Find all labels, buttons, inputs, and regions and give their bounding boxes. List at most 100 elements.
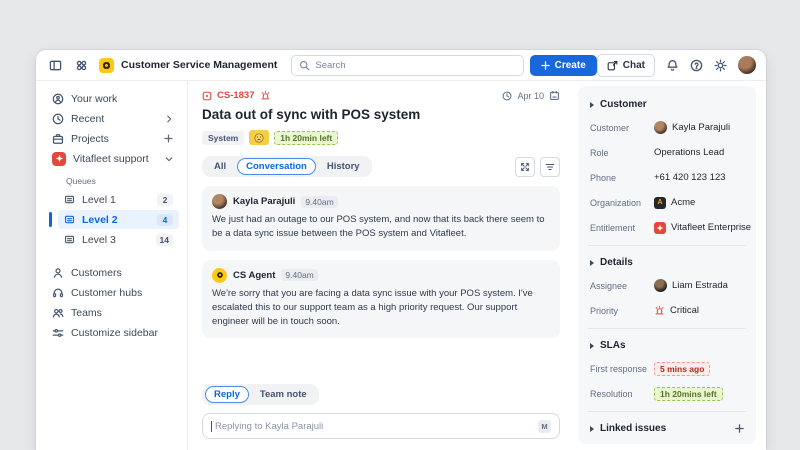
field-value: Operations Lead [654,147,725,158]
create-button[interactable]: Create [529,54,597,76]
filter-button[interactable] [540,156,560,177]
collapse-triangle-icon [590,259,594,266]
system-tag[interactable]: System [202,130,245,145]
field-value: Kayla Parajuli [672,122,731,133]
field-label: Customer [590,122,630,133]
collapse-triangle-icon [590,342,594,349]
field-value: Critical [670,305,700,316]
ticket-tags: System 1h 20min left [202,130,560,145]
field-label: Role [590,147,609,158]
collapse-triangle-icon [590,425,594,432]
sidebar-toggle-icon[interactable] [46,56,64,74]
tab-all[interactable]: All [205,158,235,175]
section-title: Customer [600,99,647,110]
section-title: SLAs [600,340,626,351]
field-label: Resolution [590,388,633,399]
plus-icon [540,60,550,70]
ticket-key[interactable]: CS-1837 [217,90,255,101]
field-value: Acme [671,197,696,208]
details-panel: Customer Customer Kayla Parajuli Role Op… [578,86,756,444]
csm-app-logo[interactable] [99,57,114,73]
cs-agent-avatar [212,267,227,283]
expand-button[interactable] [515,156,535,177]
queue-label: Level 1 [82,193,116,206]
tab-conversation[interactable]: Conversation [237,158,316,175]
queue-count-badge: 2 [157,193,173,206]
sidebar-item-teams[interactable]: Teams [46,303,179,322]
settings-gear-icon[interactable] [714,59,727,72]
field-assignee: Assignee Liam Estrada [590,278,744,293]
markdown-badge[interactable]: M [538,419,551,433]
notifications-bell-icon[interactable] [666,59,679,72]
field-phone: Phone +61 420 123 123 [590,170,744,185]
section-linked-issues[interactable]: Linked issues [590,423,744,434]
chat-button[interactable]: Chat [596,53,655,77]
sla-resolution-badge: 1h 20mins left [654,386,723,401]
app-switcher-icon[interactable] [72,56,90,74]
acme-org-icon: A [654,196,666,209]
conversation-tabs-row: All Conversation History [202,156,560,177]
teams-icon [52,307,64,319]
assignee-value[interactable]: Liam Estrada [654,279,728,292]
calendar-edit-icon[interactable] [549,90,560,101]
section-details[interactable]: Details [590,257,744,268]
divider [588,328,746,329]
message-text: We're sorry that you are facing a data s… [212,287,533,328]
field-label: Entitlement [590,222,636,233]
sidebar-item-projects[interactable]: Projects [46,129,179,148]
queue-label: Level 2 [82,213,118,226]
field-entitlement: Entitlement Vitafleet Enterprise [590,220,751,235]
tab-team-note[interactable]: Team note [251,386,316,403]
breadcrumb: CS-1837 Apr 10 [202,90,560,101]
reply-input[interactable]: Replying to Kayla Parajuli M [202,413,560,439]
sla-countdown-tag[interactable]: 1h 20min left [274,130,339,145]
sliders-icon [52,327,64,339]
divider [588,245,746,246]
sidebar-item-recent[interactable]: Recent [46,109,179,128]
left-sidebar: Your work Recent Projects Vitafleet supp… [36,81,188,450]
section-slas[interactable]: SLAs [590,340,744,351]
collapse-triangle-icon [590,101,594,108]
sidebar-item-your-work[interactable]: Your work [46,89,179,108]
sidebar-item-project-vitafleet[interactable]: Vitafleet support [46,149,179,168]
sidebar-item-customize-sidebar[interactable]: Customize sidebar [46,323,179,342]
sidebar-queue-level-3[interactable]: Level 3 14 [58,230,179,249]
user-avatar[interactable] [738,56,756,74]
sidebar-item-customer-hubs[interactable]: Customer hubs [46,283,179,302]
expand-icon [520,162,530,172]
headset-icon [52,287,64,299]
field-customer: Customer Kayla Parajuli [590,120,744,135]
sidebar-queue-level-1[interactable]: Level 1 2 [58,190,179,209]
field-priority: Priority Critical [590,303,744,318]
priority-siren-icon [260,90,271,101]
vitafleet-project-icon [52,151,66,166]
chevron-right-icon [165,115,173,123]
sidebar-item-label: Customers [71,266,122,279]
plus-icon[interactable] [164,134,173,143]
help-icon[interactable] [690,59,703,72]
add-linked-issue-button[interactable] [735,424,744,433]
tab-reply[interactable]: Reply [205,386,249,403]
search-input[interactable]: Search [291,54,524,76]
emoji-reaction-tag[interactable] [249,130,270,145]
priority-value[interactable]: Critical [654,305,699,316]
reply-tab-group: Reply Team note [202,384,319,405]
chevron-down-icon [165,155,173,163]
sidebar-item-customers[interactable]: Customers [46,263,179,282]
field-value: +61 420 123 123 [654,172,726,183]
sidebar-item-label: Your work [71,92,118,105]
vitafleet-entitlement-icon [654,221,666,234]
sidebar-queue-level-2[interactable]: Level 2 4 [49,210,179,229]
section-customer[interactable]: Customer [590,99,744,110]
chat-button-label: Chat [622,59,645,71]
ticket-type-icon [202,91,212,101]
reply-placeholder: Replying to Kayla Parajuli [215,420,324,432]
field-role: Role Operations Lead [590,145,744,160]
ticket-main-area: CS-1837 Apr 10 Data out of sync with POS… [188,81,574,450]
text-caret [211,420,212,432]
tab-history[interactable]: History [318,158,369,175]
app-title: Customer Service Management [121,59,278,71]
field-label: First response [590,363,648,374]
sidebar-item-label: Projects [71,132,109,145]
avatar [654,279,667,292]
